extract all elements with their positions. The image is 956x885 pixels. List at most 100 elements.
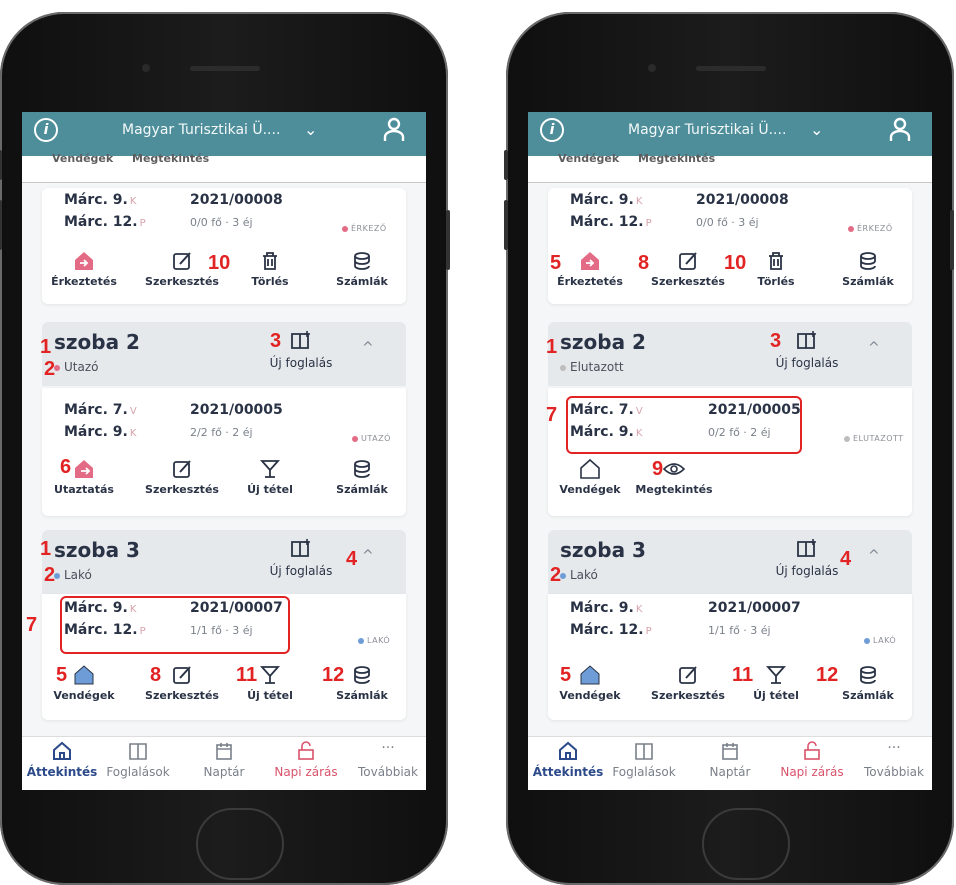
user-icon[interactable]: [382, 116, 406, 142]
room-status: Lakó: [54, 568, 92, 582]
callout-2: 2: [550, 564, 562, 586]
booking-card-2021-00008[interactable]: Márc. 9. K Márc. 12. P 2021/00008 0/0 fő ·…: [548, 188, 912, 304]
top-bar: i Magyar Turisztikai Ü.... ⌄: [528, 112, 932, 156]
bottom-nav: Áttekintés Foglalások Naptár Napi zárás …: [528, 736, 932, 790]
prev-view-label[interactable]: Megtekintés: [132, 152, 209, 165]
checkin-button[interactable]: Érkeztetés: [550, 250, 630, 288]
nav-bookings[interactable]: Foglalások: [604, 741, 684, 779]
booking-card-2021-00008[interactable]: Márc. 9. K Márc. 12. P 2021/00008 0/0 fő ·…: [42, 188, 406, 304]
cocktail-icon: [259, 460, 281, 478]
edit-button[interactable]: Szerkesztés: [142, 458, 222, 496]
new-booking-button[interactable]: Új foglalás: [256, 538, 346, 578]
book-plus-icon: [797, 331, 816, 349]
nav-more[interactable]: ··· Továbbiak: [348, 741, 426, 779]
info-icon[interactable]: i: [540, 118, 564, 142]
room-header-szoba-2[interactable]: szoba 2 Utazó Új foglalás ^: [42, 322, 406, 386]
status-badge: ELUTAZOTT: [844, 434, 904, 443]
room-status: Elutazott: [560, 360, 624, 374]
room-status: Utazó: [54, 360, 98, 374]
nav-calendar[interactable]: Naptár: [690, 741, 770, 779]
power-button: [950, 210, 954, 270]
book-icon: [129, 743, 147, 760]
pax-nights: 0/0 fő · 3 éj: [190, 216, 253, 229]
callout-4: 4: [346, 548, 358, 570]
callout-1: 1: [40, 336, 52, 358]
booking-card-2021-00005[interactable]: Márc. 7. V Márc. 9. K 2021/00005 2/2 fő · …: [42, 388, 406, 516]
callout-8: 8: [150, 664, 162, 686]
house-checkin-icon: [581, 252, 599, 270]
home-button[interactable]: [702, 808, 790, 880]
invoices-button[interactable]: Számlák: [322, 458, 402, 496]
mute-switch: [0, 150, 2, 180]
app-screen: i Magyar Turisztikai Ü.... ⌄ Vendégek Me…: [22, 112, 426, 790]
booking-card-2021-00007[interactable]: Márc. 9. K Márc. 12. P 2021/00007 1/1 fő ·…: [548, 594, 912, 720]
user-icon[interactable]: [888, 116, 912, 142]
nav-more[interactable]: ··· Továbbiak: [854, 741, 932, 779]
coins-icon: [354, 460, 370, 478]
status-badge: ÉRKEZŐ: [848, 224, 893, 233]
collapse-icon[interactable]: ^: [868, 340, 880, 356]
callout-9: 9: [652, 458, 664, 480]
prev-view-label[interactable]: Megtekintés: [638, 152, 715, 165]
book-plus-icon: [797, 539, 816, 557]
more-icon: ···: [887, 740, 901, 756]
guests-button[interactable]: Vendégek: [550, 458, 630, 496]
edit-button[interactable]: Szerkesztés: [648, 250, 728, 288]
nav-daily-close[interactable]: Napi zárás: [266, 741, 346, 779]
volume-up: [0, 200, 2, 250]
invoices-button[interactable]: Számlák: [322, 250, 402, 288]
home-button[interactable]: [196, 808, 284, 880]
nav-overview[interactable]: Áttekintés: [528, 741, 608, 779]
home-icon: [559, 741, 577, 760]
status-badge: ÉRKEZŐ: [342, 224, 387, 233]
callout-5: 5: [56, 664, 68, 686]
invoices-button[interactable]: Számlák: [828, 250, 908, 288]
callout-10: 10: [208, 252, 231, 274]
chevron-down-icon[interactable]: ⌄: [810, 120, 823, 139]
unlock-icon: [298, 741, 314, 760]
new-booking-button[interactable]: Új foglalás: [762, 538, 852, 578]
collapse-icon[interactable]: ^: [362, 548, 374, 564]
callout-2b: 2: [44, 564, 56, 586]
room-header-szoba-3[interactable]: szoba 3 Lakó Új foglalás ^: [548, 530, 912, 594]
callout-12: 12: [816, 664, 839, 686]
nav-calendar[interactable]: Naptár: [184, 741, 264, 779]
org-selector[interactable]: Magyar Turisztikai Ü....: [628, 122, 786, 138]
house-icon: [580, 458, 600, 479]
nav-overview[interactable]: Áttekintés: [22, 741, 102, 779]
nav-daily-close[interactable]: Napi zárás: [772, 741, 852, 779]
edit-button[interactable]: Szerkesztés: [648, 664, 728, 702]
room-header-szoba-2[interactable]: szoba 2 Elutazott Új foglalás ^: [548, 322, 912, 386]
power-button: [446, 210, 450, 270]
prev-guests-label[interactable]: Vendégek: [558, 152, 619, 165]
booking-number: 2021/00008: [696, 192, 789, 208]
org-selector[interactable]: Magyar Turisztikai Ü....: [122, 122, 280, 138]
camera: [648, 64, 656, 72]
delete-button[interactable]: Törlés: [736, 250, 816, 288]
edit-icon: [679, 666, 697, 684]
speaker: [190, 66, 260, 71]
calendar-icon: [722, 743, 738, 760]
collapse-icon[interactable]: ^: [868, 548, 880, 564]
coins-icon: [354, 252, 370, 270]
eye-icon: [663, 463, 685, 475]
info-icon[interactable]: i: [34, 118, 58, 142]
previous-card-actions: Vendégek Megtekintés: [528, 152, 932, 183]
phone-left: i Magyar Turisztikai Ü.... ⌄ Vendégek Me…: [0, 0, 450, 885]
nav-bookings[interactable]: Foglalások: [98, 741, 178, 779]
arrival-dow: K: [129, 196, 137, 207]
room-name: szoba 3: [54, 538, 140, 562]
chevron-down-icon[interactable]: ⌄: [304, 120, 317, 139]
invoices-button[interactable]: Számlák: [828, 664, 908, 702]
room-name: szoba 2: [560, 330, 646, 354]
coins-icon: [860, 666, 876, 684]
view-button[interactable]: Megtekintés: [634, 458, 714, 496]
delete-button[interactable]: Törlés: [230, 250, 310, 288]
pax-nights: 2/2 fő · 2 éj: [190, 426, 253, 439]
prev-guests-label[interactable]: Vendégek: [52, 152, 113, 165]
trash-icon: [769, 252, 783, 270]
new-item-button[interactable]: Új tétel: [230, 458, 310, 496]
collapse-icon[interactable]: ^: [362, 340, 374, 356]
checkout-button[interactable]: Utaztatás: [44, 458, 124, 496]
checkin-button[interactable]: Érkeztetés: [44, 250, 124, 288]
